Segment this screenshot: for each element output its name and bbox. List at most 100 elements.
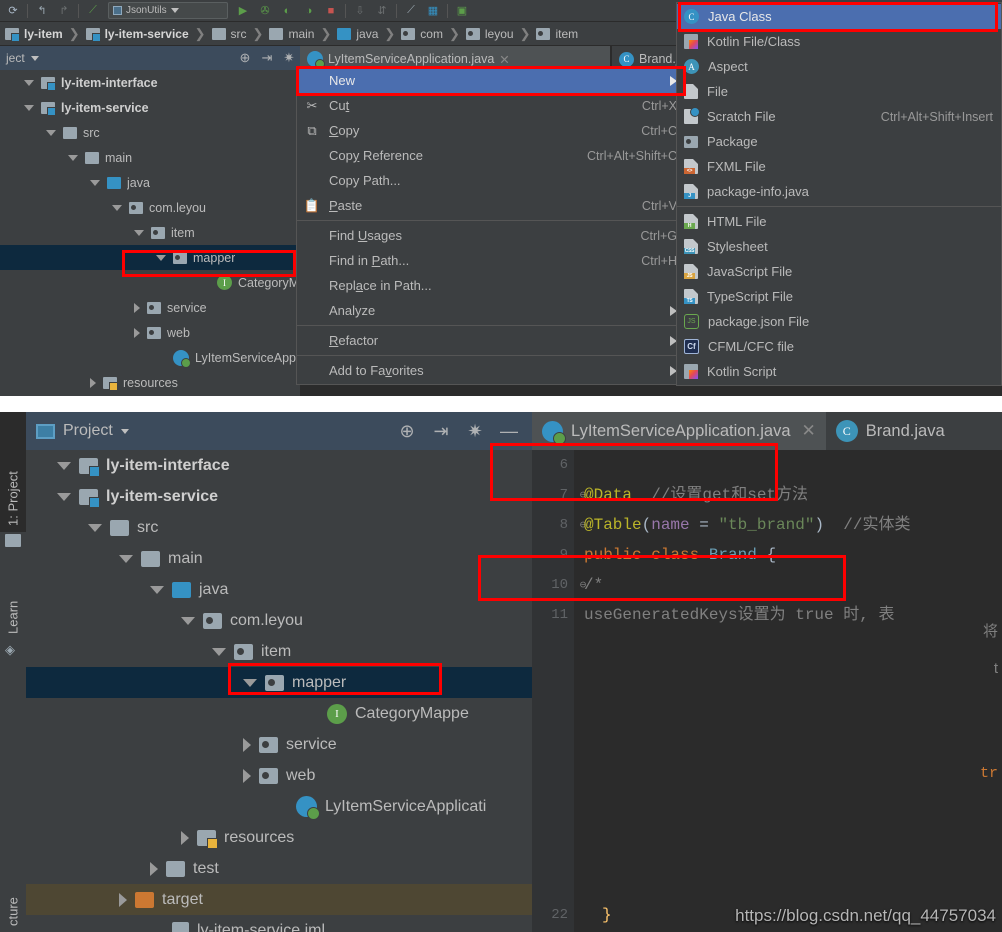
sidebar-item-project[interactable]: 1: Project xyxy=(0,412,26,532)
tree-node-mapper[interactable]: mapper xyxy=(0,245,300,270)
new-menu-item-html-file[interactable]: H HTML File xyxy=(677,209,1001,234)
new-menu-item-java-class[interactable]: C Java Class xyxy=(677,4,1001,29)
build-icon[interactable]: ⟋ xyxy=(82,1,104,21)
tree-node-java[interactable]: java xyxy=(26,574,532,605)
tree-node-web[interactable]: web xyxy=(0,320,300,345)
new-menu-item-package-info-java[interactable]: Jpackage-info.java xyxy=(677,179,1001,204)
tree-twisty-collapsed[interactable] xyxy=(134,327,140,338)
breadcrumb-item-java[interactable]: java xyxy=(334,27,381,41)
redo-icon[interactable]: ↱ xyxy=(53,1,75,21)
run-with-coverage-icon[interactable]: ◐ xyxy=(276,1,298,21)
chevron-down-icon[interactable] xyxy=(30,55,39,61)
tree-node-service[interactable]: service xyxy=(26,729,532,760)
tree-twisty-expanded[interactable] xyxy=(24,79,34,86)
tree-node-com-leyou[interactable]: com.leyou xyxy=(0,195,300,220)
tree-node-item[interactable]: item xyxy=(26,636,532,667)
tree-node-target[interactable]: target xyxy=(26,884,532,915)
commit-icon[interactable]: ⇵ xyxy=(371,1,393,21)
preview-icon[interactable]: ▣ xyxy=(451,1,473,21)
menu-item-add-to-favorites[interactable]: Add to Favorites xyxy=(297,358,685,383)
tree-node-ly-item-service[interactable]: ly-item-service xyxy=(0,95,300,120)
tree-node-resources[interactable]: resources xyxy=(0,370,300,395)
collapse-all-icon[interactable]: ⇥ xyxy=(428,418,454,444)
structure-icon[interactable]: ▦ xyxy=(422,1,444,21)
tree-twisty-expanded[interactable] xyxy=(212,647,226,656)
menu-item-find-usages[interactable]: Find Usages Ctrl+G xyxy=(297,223,685,248)
tree-twisty-expanded[interactable] xyxy=(57,461,71,470)
new-menu-item-aspect[interactable]: A Aspect xyxy=(677,54,1001,79)
tree-node-lyitemserviceapplic[interactable]: LyItemServiceApplic xyxy=(0,345,300,370)
tree-twisty-collapsed[interactable] xyxy=(243,768,251,783)
code-editor[interactable]: 6 7 8 9 10 11 ⊖ ⊖ ⊖ @Data //设置get和set方法 @Tabl… xyxy=(532,450,1002,932)
run-configuration-selector[interactable]: JsonUtils xyxy=(108,2,228,19)
menu-item-refactor[interactable]: Refactor xyxy=(297,328,685,353)
tree-node-ly-item-interface[interactable]: ly-item-interface xyxy=(0,70,300,95)
tree-twisty-expanded[interactable] xyxy=(68,154,78,161)
tree-node-resources[interactable]: resources xyxy=(26,822,532,853)
menu-item-new[interactable]: New xyxy=(297,68,685,93)
menu-item-analyze[interactable]: Analyze xyxy=(297,298,685,323)
tree-node-ly-item-service-iml[interactable]: ly-item-service.iml xyxy=(26,915,532,932)
tree-node-src[interactable]: src xyxy=(0,120,300,145)
tree-node-ly-item-service[interactable]: ly-item-service xyxy=(26,481,532,512)
tree-twisty-expanded[interactable] xyxy=(156,254,166,261)
tree-twisty-collapsed[interactable] xyxy=(90,377,96,388)
tree-node-categorymappe[interactable]: I CategoryMappe xyxy=(26,698,532,729)
breadcrumb-item-ly-item-service[interactable]: ly-item-service xyxy=(83,27,192,42)
new-menu-item-typescript-file[interactable]: TS TypeScript File xyxy=(677,284,1001,309)
tree-twisty-expanded[interactable] xyxy=(112,204,122,211)
tree-node-src[interactable]: src xyxy=(26,512,532,543)
menu-item-cut[interactable]: ✂ Cut Ctrl+X xyxy=(297,93,685,118)
tree-twisty-expanded[interactable] xyxy=(88,523,102,532)
chevron-down-icon[interactable] xyxy=(120,428,129,434)
tree-twisty-expanded[interactable] xyxy=(90,179,100,186)
tree-twisty-collapsed[interactable] xyxy=(119,892,127,907)
undo-icon[interactable]: ↰ xyxy=(31,1,53,21)
update-project-icon[interactable]: ⇩ xyxy=(349,1,371,21)
new-menu-item-javascript-file[interactable]: JS JavaScript File xyxy=(677,259,1001,284)
sidebar-item-learn[interactable]: Learn xyxy=(0,560,26,640)
tree-node-main[interactable]: main xyxy=(26,543,532,574)
tree-node-web[interactable]: web xyxy=(26,760,532,791)
locate-icon[interactable]: ⊕ xyxy=(234,47,256,69)
tree-twisty-collapsed[interactable] xyxy=(243,737,251,752)
tree-twisty-collapsed[interactable] xyxy=(181,830,189,845)
context-menu[interactable]: New ✂ Cut Ctrl+X ⧉ Copy Ctrl+C Copy Reference Ct… xyxy=(296,66,686,385)
minimize-icon[interactable]: — xyxy=(496,418,522,444)
menu-item-copy-reference[interactable]: Copy Reference Ctrl+Alt+Shift+C xyxy=(297,143,685,168)
tree-node-lyitemserviceapplicati[interactable]: LyItemServiceApplicati xyxy=(26,791,532,822)
tree-twisty-expanded[interactable] xyxy=(134,229,144,236)
tree-node-java[interactable]: java xyxy=(0,170,300,195)
tree-twisty-collapsed[interactable] xyxy=(150,861,158,876)
breadcrumb-item-leyou[interactable]: leyou xyxy=(463,27,517,41)
breadcrumb-item-item[interactable]: item xyxy=(533,27,581,41)
new-menu-item-package-json-file[interactable]: JS package.json File xyxy=(677,309,1001,334)
breadcrumb-item-ly-item[interactable]: ly-item xyxy=(2,27,66,42)
new-menu-item-file[interactable]: File xyxy=(677,79,1001,104)
new-menu-item-fxml-file[interactable]: <> FXML File xyxy=(677,154,1001,179)
editor-tab-brand-bottom[interactable]: C Brand.java xyxy=(826,412,955,450)
tree-node-categorymap[interactable]: I CategoryMap xyxy=(0,270,300,295)
tree-twisty-expanded[interactable] xyxy=(46,129,56,136)
tree-twisty-expanded[interactable] xyxy=(119,554,133,563)
tree-node-test[interactable]: test xyxy=(26,853,532,884)
branch-icon[interactable]: ⟋ xyxy=(400,1,422,21)
locate-icon[interactable]: ⊕ xyxy=(394,418,420,444)
menu-item-replace-in-path[interactable]: Replace in Path... xyxy=(297,273,685,298)
new-menu-item-stylesheet[interactable]: CSS Stylesheet xyxy=(677,234,1001,259)
tree-node-mapper[interactable]: mapper xyxy=(26,667,532,698)
tree-twisty-expanded[interactable] xyxy=(243,678,257,687)
tree-twisty-expanded[interactable] xyxy=(181,616,195,625)
sync-icon[interactable]: ⟳ xyxy=(2,1,24,21)
breadcrumb-item-src[interactable]: src xyxy=(209,27,250,41)
stop-icon[interactable]: ■ xyxy=(320,1,342,21)
tree-node-service[interactable]: service xyxy=(0,295,300,320)
tree-node-ly-item-interface[interactable]: ly-item-interface xyxy=(26,450,532,481)
new-menu-item-kotlin-file-class[interactable]: Kotlin File/Class xyxy=(677,29,1001,54)
tree-node-item[interactable]: item xyxy=(0,220,300,245)
new-menu-item-kotlin-script[interactable]: Kotlin Script xyxy=(677,359,1001,384)
debug-icon[interactable]: ✇ xyxy=(254,1,276,21)
breadcrumb-item-com[interactable]: com xyxy=(398,27,446,41)
menu-item-copy-path[interactable]: Copy Path... xyxy=(297,168,685,193)
menu-item-paste[interactable]: 📋 Paste Ctrl+V xyxy=(297,193,685,218)
